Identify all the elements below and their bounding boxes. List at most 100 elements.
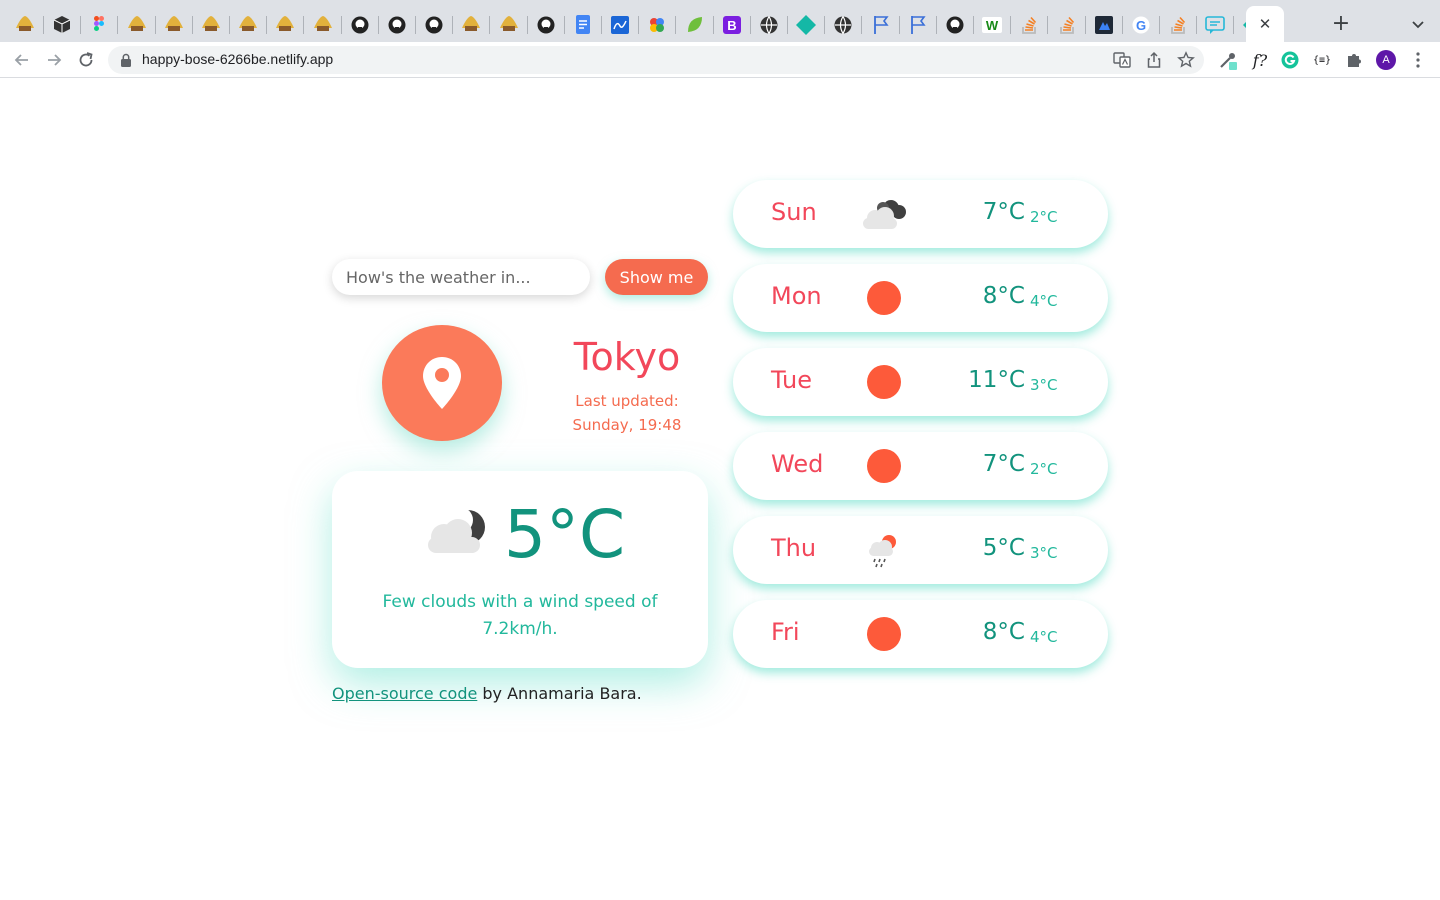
forecast-max-temp: 8°C [982, 619, 1025, 645]
tab-separator [749, 16, 751, 34]
extensions-puzzle-icon[interactable] [1344, 50, 1364, 70]
tab-separator [1047, 16, 1049, 34]
flag-icon[interactable] [868, 12, 894, 38]
footer-credit: Open-source code by Annamaria Bara. [332, 684, 642, 703]
share-icon[interactable] [1145, 51, 1163, 69]
eyedropper-extension-icon[interactable] [1218, 50, 1238, 70]
netlify-icon[interactable] [198, 12, 224, 38]
tab-separator [824, 16, 826, 34]
tab-separator [415, 16, 416, 34]
netlify-icon[interactable] [124, 12, 150, 38]
sun-icon [859, 616, 909, 652]
current-temperature: 5°C [504, 496, 626, 573]
tab-separator [1121, 16, 1123, 34]
tab-separator [1196, 16, 1198, 34]
netlify-icon[interactable] [496, 12, 522, 38]
browser-toolbar: happy-bose-6266be.netlify.app f? {≡} A [0, 42, 1440, 78]
tab-separator [1010, 16, 1012, 34]
open-source-link[interactable]: Open-source code [332, 684, 477, 703]
few-clouds-night-icon [428, 507, 485, 553]
github-icon[interactable] [347, 12, 373, 38]
tab-separator [266, 16, 268, 34]
formula-extension-icon[interactable]: f? [1250, 50, 1270, 70]
chevron-down-icon[interactable] [1408, 14, 1428, 34]
wordpress-icon[interactable]: W [979, 12, 1005, 38]
tab-separator [973, 16, 974, 34]
forward-icon[interactable] [44, 50, 64, 70]
chat-icon[interactable] [1202, 12, 1228, 38]
forecast-min-temp: 2°C [1030, 208, 1058, 226]
tab-separator [898, 16, 900, 34]
stackoverflow-icon[interactable] [1165, 12, 1191, 38]
sun-icon [859, 364, 909, 400]
netlify-icon[interactable] [272, 12, 298, 38]
figma-icon[interactable] [86, 12, 112, 38]
tab-separator [154, 16, 156, 34]
diamond-icon[interactable] [793, 12, 819, 38]
docs-icon[interactable] [570, 12, 596, 38]
show-me-button[interactable]: Show me [605, 259, 708, 295]
forecast-day: Mon [771, 282, 822, 310]
bootstrap-icon[interactable]: B [719, 12, 745, 38]
tab-separator [1159, 16, 1160, 34]
forecast-day: Fri [771, 618, 800, 646]
tab-separator [229, 16, 230, 34]
current-weather-card: 5°C Few clouds with a wind speed of 7.2k… [332, 471, 708, 668]
url-text[interactable]: happy-bose-6266be.netlify.app [142, 51, 333, 67]
bookmark-star-icon[interactable] [1177, 51, 1195, 69]
github-icon[interactable] [384, 12, 410, 38]
address-bar[interactable]: happy-bose-6266be.netlify.app [108, 46, 1204, 74]
tab-separator [191, 16, 193, 34]
google-icon[interactable]: G [1128, 12, 1154, 38]
city-search-input[interactable] [332, 259, 590, 295]
square-icon[interactable] [1091, 12, 1117, 38]
tab-separator [712, 16, 714, 34]
stackoverflow-icon[interactable] [1016, 12, 1042, 38]
stackoverflow-icon[interactable] [1054, 12, 1080, 38]
tab-separator [303, 16, 305, 34]
signature-icon[interactable] [607, 12, 633, 38]
github-icon[interactable] [421, 12, 447, 38]
forecast-row: Tue 11°C 3°C [733, 348, 1108, 416]
forecast-min-temp: 2°C [1030, 460, 1058, 478]
tab-separator [1233, 16, 1235, 34]
lock-icon[interactable] [120, 53, 132, 67]
netlify-icon[interactable] [235, 12, 261, 38]
github-icon[interactable] [942, 12, 968, 38]
github-icon[interactable] [533, 12, 559, 38]
forecast-min-temp: 3°C [1030, 544, 1058, 562]
forecast-day: Thu [771, 534, 817, 562]
forecast-max-temp: 5°C [982, 535, 1025, 561]
last-updated: Last updated: Sunday, 19:48 [540, 389, 714, 437]
back-icon[interactable] [12, 50, 32, 70]
tab-separator [675, 16, 677, 34]
json-extension-icon[interactable]: {≡} [1312, 50, 1332, 70]
grammarly-icon[interactable] [1280, 50, 1300, 70]
netlify-icon[interactable] [12, 12, 38, 38]
forecast-max-temp: 7°C [982, 451, 1025, 477]
cube-icon[interactable] [49, 12, 75, 38]
globe-icon[interactable] [756, 12, 782, 38]
netlify-icon[interactable] [458, 12, 484, 38]
leaf-icon[interactable] [682, 12, 708, 38]
netlify-icon[interactable] [161, 12, 187, 38]
tab-separator [452, 16, 454, 34]
new-tab-button[interactable]: + [1330, 12, 1352, 36]
close-tab-icon[interactable]: ✕ [1256, 15, 1274, 33]
location-pin-button[interactable] [382, 325, 502, 441]
netlify-icon[interactable] [310, 12, 336, 38]
flag-icon[interactable] [905, 12, 931, 38]
globe-icon[interactable] [830, 12, 856, 38]
colorful-icon[interactable] [644, 12, 670, 38]
sun-icon [859, 280, 909, 316]
tab-separator [563, 16, 565, 34]
tab-separator [377, 16, 379, 34]
tab-strip: B W G ✕ + [0, 0, 1440, 42]
forecast-row: Sun 7°C 2°C [733, 180, 1108, 248]
more-menu-icon[interactable] [1410, 50, 1426, 70]
svg-text:G: G [1136, 18, 1146, 33]
reload-icon[interactable] [76, 50, 96, 70]
profile-avatar[interactable]: A [1376, 50, 1396, 70]
forecast-max-temp: 8°C [982, 283, 1025, 309]
translate-icon[interactable] [1113, 51, 1131, 69]
